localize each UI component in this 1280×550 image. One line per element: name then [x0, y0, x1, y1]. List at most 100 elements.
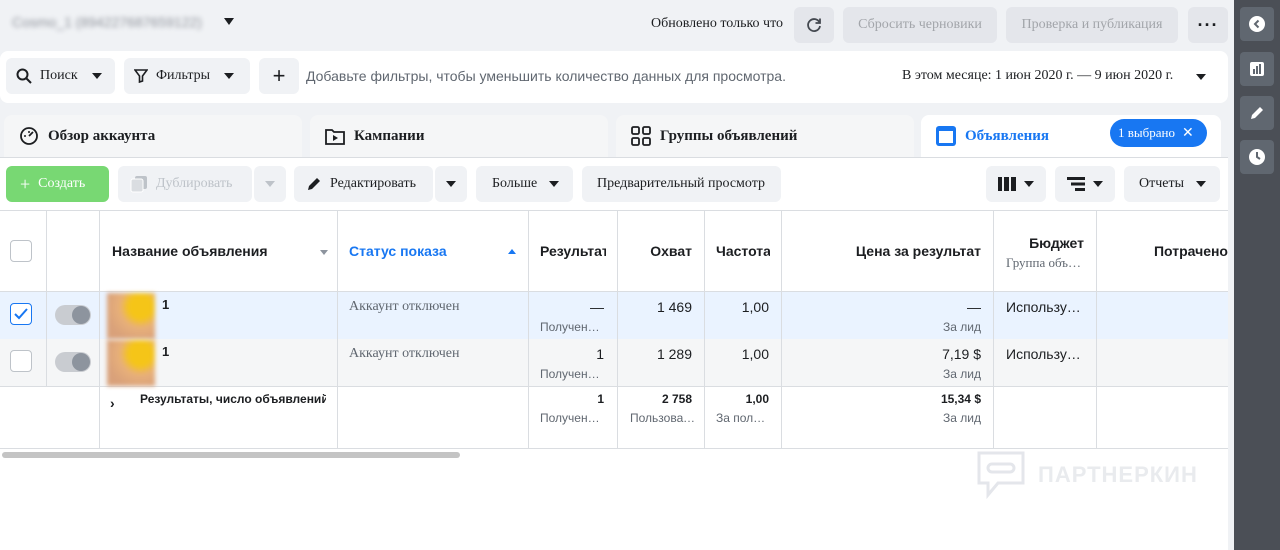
- sort-asc-icon[interactable]: [508, 249, 516, 254]
- filters-label: Фильтры: [156, 68, 211, 83]
- columns-button[interactable]: [986, 166, 1046, 202]
- date-range-picker[interactable]: В этом месяце: 1 июн 2020 г. — 9 июн 202…: [902, 68, 1173, 84]
- filter-bar: Поиск Фильтры + Добавьте фильтры, чтобы …: [0, 51, 1228, 103]
- breakdown-button[interactable]: [1055, 166, 1115, 202]
- tab-account-overview[interactable]: Обзор аккаунта: [4, 115, 302, 157]
- history-button[interactable]: [1240, 140, 1274, 174]
- results-value: —: [590, 299, 604, 315]
- search-label: Поиск: [40, 68, 78, 83]
- selected-count-pill[interactable]: 1 выбрано ✕: [1110, 119, 1207, 147]
- edit-dropdown[interactable]: [435, 166, 467, 202]
- summary-cost: 15,34 $: [940, 392, 981, 406]
- chevron-right-icon[interactable]: ›: [110, 395, 115, 411]
- column-header-results[interactable]: Результаты: [540, 243, 606, 259]
- chevron-down-icon: [224, 73, 235, 79]
- filter-hint: Добавьте фильтры, чтобы уменьшить количе…: [306, 68, 786, 84]
- tab-campaigns[interactable]: Кампании: [310, 115, 608, 157]
- selected-count: 1 выбрано: [1118, 125, 1175, 140]
- column-header-name[interactable]: Название объявления: [112, 243, 312, 259]
- close-icon[interactable]: ✕: [1182, 125, 1194, 142]
- summary-results: 1: [597, 392, 604, 406]
- tab-ad-sets[interactable]: Группы объявлений: [616, 115, 914, 157]
- clock-icon: [1249, 149, 1265, 165]
- refresh-button[interactable]: [794, 7, 834, 43]
- select-all-checkbox[interactable]: [10, 240, 32, 262]
- updated-status: Обновлено только что: [651, 16, 784, 31]
- grid-icon: [630, 125, 652, 147]
- top-bar: Cosmo_1 (894227687659122) Обновлено толь…: [0, 0, 1234, 50]
- tab-label: Кампании: [354, 127, 425, 144]
- chevron-down-icon: [265, 181, 275, 187]
- review-publish-button[interactable]: Проверка и публикация: [1006, 7, 1178, 43]
- add-filter-button[interactable]: +: [259, 58, 299, 94]
- more-options-button[interactable]: ···: [1188, 7, 1228, 43]
- create-button[interactable]: + Создать: [6, 166, 109, 202]
- horizontal-scrollbar[interactable]: [2, 452, 460, 458]
- more-actions-button[interactable]: Больше: [476, 166, 573, 202]
- ads-table: Название объявления Статус показа Резуль…: [0, 210, 1228, 449]
- column-header-reach[interactable]: Охват: [630, 243, 692, 259]
- ad-toggle[interactable]: [55, 305, 91, 325]
- bar-chart-icon: [1250, 62, 1264, 76]
- filters-button[interactable]: Фильтры: [124, 58, 250, 94]
- duplicate-button[interactable]: Дублировать: [118, 166, 252, 202]
- tab-label: Обзор аккаунта: [48, 127, 156, 144]
- pencil-icon: [308, 178, 320, 190]
- account-caret-icon[interactable]: [224, 18, 234, 25]
- summary-reach-type: Пользователи: [630, 411, 696, 425]
- row-checkbox[interactable]: [10, 303, 32, 325]
- cost-value: 7,19 $: [942, 346, 981, 362]
- column-header-status[interactable]: Статус показа: [349, 243, 499, 259]
- check-icon: [14, 308, 28, 320]
- watermark: ПАРТНЕРКИН: [976, 450, 1198, 500]
- search-button[interactable]: Поиск: [6, 58, 115, 94]
- refresh-icon: [807, 18, 821, 32]
- results-type: Получения лидов: [540, 320, 606, 334]
- search-icon: [16, 68, 32, 84]
- ad-name[interactable]: 1: [162, 344, 169, 359]
- create-label: Создать: [38, 176, 86, 191]
- charts-button[interactable]: [1240, 52, 1274, 86]
- column-header-budget[interactable]: Бюджет: [1006, 235, 1084, 251]
- edit-button[interactable]: Редактировать: [294, 166, 433, 202]
- ads-panel: + Создать Дублировать Редактировать Боль…: [0, 157, 1228, 550]
- summary-results-type: Получения лидов: [540, 411, 606, 425]
- duplicate-label: Дублировать: [156, 176, 233, 191]
- collapse-button[interactable]: [1240, 7, 1274, 41]
- ad-thumbnail: [107, 340, 155, 386]
- row-checkbox[interactable]: [10, 350, 32, 372]
- budget-value: Используется бюджет группы: [1006, 346, 1086, 362]
- chevron-down-icon: [1093, 181, 1103, 187]
- delivery-status: Аккаунт отключен: [349, 346, 460, 361]
- reports-label: Отчеты: [1139, 176, 1185, 191]
- reports-button[interactable]: Отчеты: [1124, 166, 1220, 202]
- column-header-budget-sub: Группа объявлений: [1006, 255, 1082, 270]
- summary-cost-type: За лид: [943, 411, 981, 425]
- chevron-down-icon: [91, 73, 102, 79]
- reach-value: 1 289: [656, 346, 692, 362]
- ad-toggle[interactable]: [55, 352, 91, 372]
- ad-thumbnail: [107, 293, 155, 339]
- chevron-down-icon[interactable]: [1196, 74, 1206, 80]
- preview-button[interactable]: Предварительный просмотр: [582, 166, 781, 202]
- reset-drafts-button[interactable]: Сбросить черновики: [843, 7, 997, 43]
- account-name[interactable]: Cosmo_1 (894227687659122): [12, 14, 202, 30]
- duplicate-dropdown[interactable]: [254, 166, 286, 202]
- tab-label: Группы объявлений: [660, 127, 798, 144]
- edit-label: Редактировать: [330, 176, 416, 191]
- summary-reach: 2 758: [661, 392, 692, 406]
- ad-name[interactable]: 1: [162, 297, 169, 312]
- sort-icon[interactable]: [320, 250, 328, 255]
- column-header-cost[interactable]: Цена за результат: [795, 243, 981, 259]
- gauge-icon: [18, 125, 40, 147]
- plus-icon: +: [20, 173, 31, 194]
- cost-type: За лид: [943, 367, 981, 381]
- results-type: Получения лидов: [540, 367, 606, 381]
- chevron-down-icon: [1196, 181, 1207, 187]
- tab-label: Объявления: [965, 127, 1050, 144]
- column-header-spent[interactable]: Потрачено: [1108, 243, 1228, 259]
- delivery-status: Аккаунт отключен: [349, 299, 460, 314]
- duplicate-icon: [130, 176, 147, 193]
- column-header-frequency[interactable]: Частота: [716, 243, 770, 259]
- edit-panel-button[interactable]: [1240, 96, 1274, 130]
